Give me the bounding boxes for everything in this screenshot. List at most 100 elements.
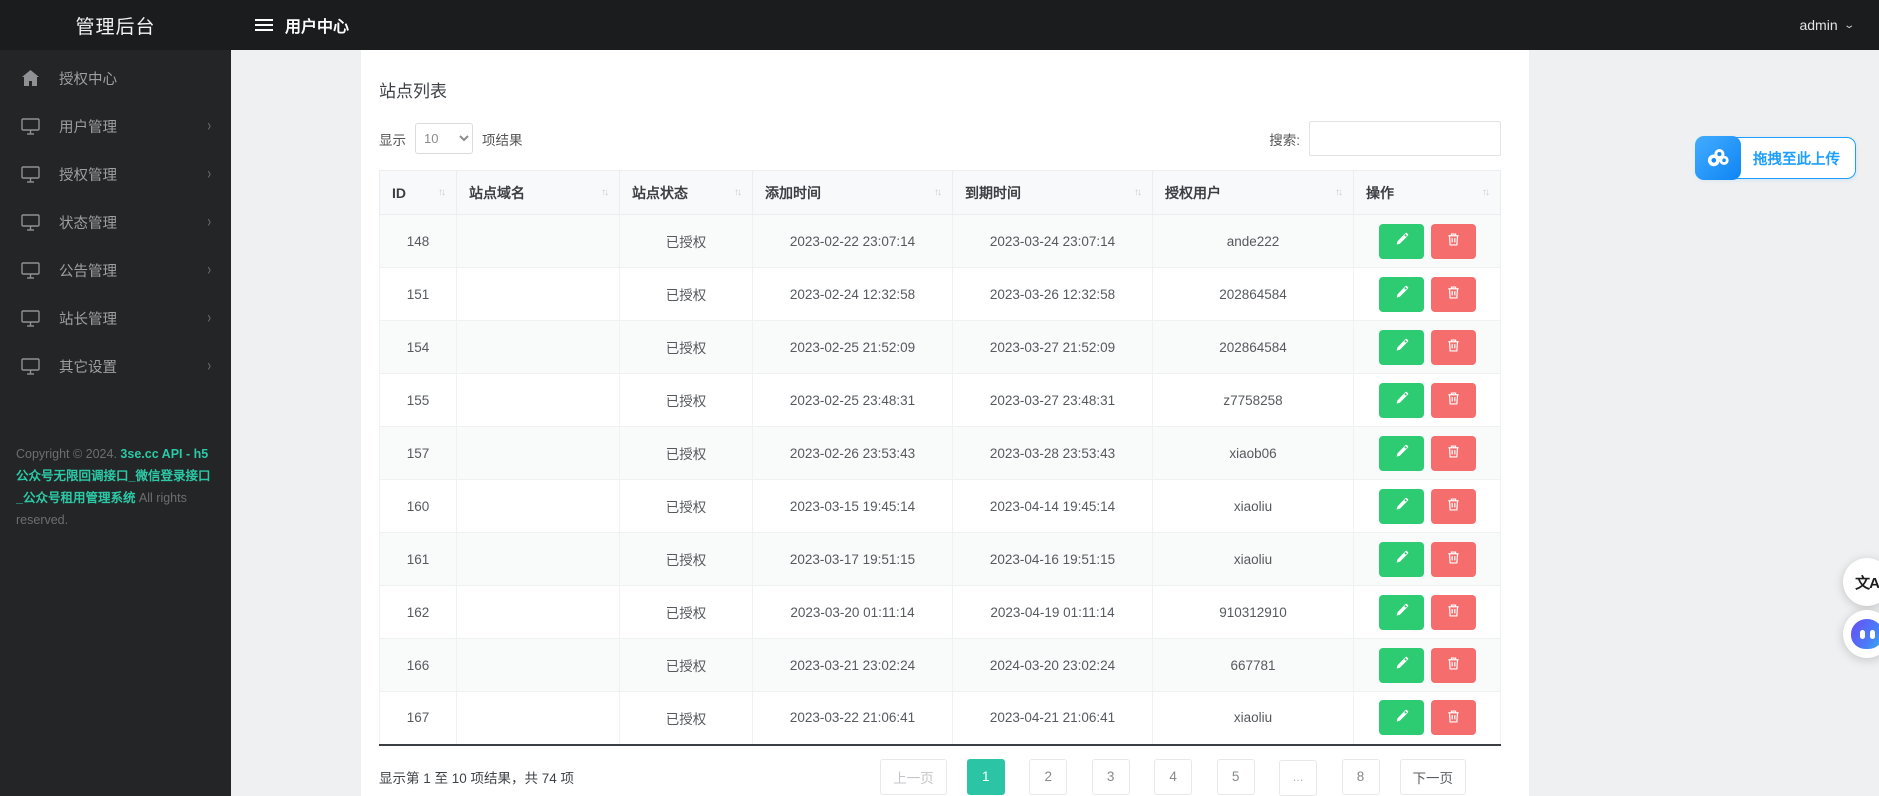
pencil-icon: [1394, 338, 1409, 356]
page-number-button[interactable]: 5: [1216, 758, 1255, 795]
sidebar-item-user-mgmt[interactable]: 用户管理 ›: [0, 102, 231, 150]
delete-button[interactable]: [1430, 329, 1476, 365]
delete-button[interactable]: [1430, 700, 1476, 736]
trash-icon: [1446, 338, 1461, 356]
delete-button[interactable]: [1430, 435, 1476, 471]
trash-icon: [1446, 391, 1461, 409]
next-page-button[interactable]: 下一页: [1399, 759, 1466, 796]
delete-button[interactable]: [1430, 541, 1476, 577]
cell-added-time: 2023-02-24 12:32:58: [752, 267, 953, 321]
sort-icon[interactable]: ↑↓: [601, 187, 609, 198]
page-number-button[interactable]: 8: [1341, 758, 1380, 795]
page-length-select[interactable]: 10: [415, 123, 473, 154]
table-row: 148 已授权 2023-02-22 23:07:14 2023-03-24 2…: [379, 214, 1501, 268]
column-header[interactable]: ID ↑↓: [379, 170, 457, 215]
delete-button[interactable]: [1430, 223, 1476, 259]
cell-actions: [1353, 532, 1501, 586]
sort-icon[interactable]: ↑↓: [1482, 187, 1490, 198]
cell-actions: [1353, 585, 1501, 639]
delete-button[interactable]: [1430, 488, 1476, 524]
sort-icon[interactable]: ↑↓: [734, 187, 742, 198]
page-number-button[interactable]: 3: [1091, 758, 1130, 795]
edit-button[interactable]: [1378, 700, 1424, 736]
user-center-toggle[interactable]: 用户中心: [255, 13, 349, 37]
table-controls: 显示 10 项结果 搜索:: [379, 121, 1501, 156]
cell-added-time: 2023-03-21 23:02:24: [752, 638, 953, 692]
sidebar-item-auth-mgmt[interactable]: 授权管理 ›: [0, 150, 231, 198]
edit-button[interactable]: [1378, 329, 1424, 365]
pencil-icon: [1394, 550, 1409, 568]
edit-button[interactable]: [1378, 223, 1424, 259]
page-numbers: 1 2 3 4 5 … 8: [947, 758, 1380, 796]
edit-button[interactable]: [1378, 594, 1424, 630]
delete-button[interactable]: [1430, 276, 1476, 312]
column-header[interactable]: 到期时间 ↑↓: [952, 170, 1153, 215]
sidebar-item-auth-center[interactable]: 授权中心: [0, 54, 231, 102]
drag-upload-button[interactable]: 拖拽至此上传: [1695, 136, 1856, 180]
chevron-right-icon: ›: [207, 117, 211, 135]
cell-auth-user: 667781: [1152, 638, 1354, 692]
cell-added-time: 2023-02-22 23:07:14: [752, 214, 953, 268]
pencil-icon: [1394, 232, 1409, 250]
main-area: 站点列表 显示 10 项结果 搜索: ID ↑↓ 站点域名 ↑↓ 站点状态 ↑↓…: [231, 50, 1879, 796]
sort-icon[interactable]: ↑↓: [1134, 187, 1142, 198]
page-number-button[interactable]: 1: [966, 758, 1005, 795]
sort-icon[interactable]: ↑↓: [438, 187, 446, 198]
cell-status: 已授权: [619, 691, 753, 745]
edit-button[interactable]: [1378, 488, 1424, 524]
table-row: 154 已授权 2023-02-25 21:52:09 2023-03-27 2…: [379, 320, 1501, 374]
delete-button[interactable]: [1430, 382, 1476, 418]
sidebar-item-webmaster-mgmt[interactable]: 站长管理 ›: [0, 294, 231, 342]
column-header[interactable]: 授权用户 ↑↓: [1152, 170, 1354, 215]
delete-button[interactable]: [1430, 647, 1476, 683]
table-header-row: ID ↑↓ 站点域名 ↑↓ 站点状态 ↑↓ 添加时间 ↑↓ 到期时间 ↑↓ 授权…: [379, 170, 1501, 215]
page-length-control: 显示 10 项结果: [379, 123, 523, 154]
sort-icon[interactable]: ↑↓: [934, 187, 942, 198]
delete-button[interactable]: [1430, 594, 1476, 630]
sidebar-item-status-mgmt[interactable]: 状态管理 ›: [0, 198, 231, 246]
cell-added-time: 2023-02-25 21:52:09: [752, 320, 953, 374]
table-row: 167 已授权 2023-03-22 21:06:41 2023-04-21 2…: [379, 691, 1501, 745]
column-header[interactable]: 操作 ↑↓: [1353, 170, 1501, 215]
user-dropdown[interactable]: admin ⌄: [1799, 17, 1854, 33]
monitor-icon: [20, 356, 40, 376]
edit-button[interactable]: [1378, 647, 1424, 683]
edit-button[interactable]: [1378, 382, 1424, 418]
cell-expire-time: 2023-03-27 21:52:09: [952, 320, 1153, 374]
prev-page-button[interactable]: 上一页: [880, 759, 947, 796]
monitor-icon: [20, 308, 40, 328]
edit-button[interactable]: [1378, 276, 1424, 312]
edit-button[interactable]: [1378, 435, 1424, 471]
cell-status: 已授权: [619, 479, 753, 533]
table-row: 162 已授权 2023-03-20 01:11:14 2023-04-19 0…: [379, 585, 1501, 639]
cell-id: 162: [379, 585, 457, 639]
cell-actions: [1353, 320, 1501, 374]
cell-id: 151: [379, 267, 457, 321]
monitor-icon: [20, 212, 40, 232]
cell-auth-user: z7758258: [1152, 373, 1354, 427]
column-header[interactable]: 站点状态 ↑↓: [619, 170, 753, 215]
username: admin: [1799, 17, 1838, 33]
edit-button[interactable]: [1378, 541, 1424, 577]
chevron-right-icon: ›: [207, 261, 211, 279]
cell-id: 155: [379, 373, 457, 427]
cell-domain: [456, 426, 620, 480]
cell-auth-user: 202864584: [1152, 267, 1354, 321]
cell-domain: [456, 691, 620, 745]
sidebar-item-other-settings[interactable]: 其它设置 ›: [0, 342, 231, 390]
cell-added-time: 2023-03-20 01:11:14: [752, 585, 953, 639]
cell-expire-time: 2023-04-21 21:06:41: [952, 691, 1153, 745]
page-number-button[interactable]: 2: [1029, 758, 1068, 795]
cell-expire-time: 2023-03-28 23:53:43: [952, 426, 1153, 480]
cell-expire-time: 2023-03-26 12:32:58: [952, 267, 1153, 321]
cell-expire-time: 2024-03-20 23:02:24: [952, 638, 1153, 692]
page-number-button[interactable]: 4: [1154, 758, 1193, 795]
cell-auth-user: xiaoliu: [1152, 532, 1354, 586]
column-header[interactable]: 站点域名 ↑↓: [456, 170, 620, 215]
sort-icon[interactable]: ↑↓: [1335, 187, 1343, 198]
cell-status: 已授权: [619, 426, 753, 480]
page-number-button[interactable]: …: [1279, 760, 1318, 796]
search-input[interactable]: [1309, 121, 1501, 156]
column-header[interactable]: 添加时间 ↑↓: [752, 170, 953, 215]
sidebar-item-notice-mgmt[interactable]: 公告管理 ›: [0, 246, 231, 294]
